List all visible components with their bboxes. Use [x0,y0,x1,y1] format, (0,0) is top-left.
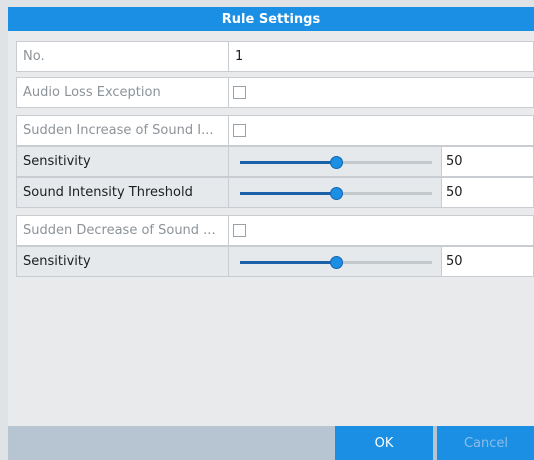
slider-thumb[interactable] [330,187,343,200]
threshold-label: Sound Intensity Threshold [16,177,229,208]
slider-track [240,156,432,169]
cancel-button[interactable]: Cancel [437,426,534,460]
sudden-increase-label: Sudden Increase of Sound I... [16,115,229,146]
row-sensitivity-2: Sensitivity 50 [16,246,534,277]
number-label: No. [16,41,229,72]
sensitivity-1-label: Sensitivity [16,146,229,177]
row-sudden-decrease: Sudden Decrease of Sound ... [16,215,534,246]
slider-thumb[interactable] [330,256,343,269]
row-threshold: Sound Intensity Threshold 50 [16,177,534,208]
slider-thumb[interactable] [330,156,343,169]
row-sensitivity-1: Sensitivity 50 [16,146,534,177]
sensitivity-2-value[interactable]: 50 [442,246,534,277]
sudden-decrease-label: Sudden Decrease of Sound ... [16,215,229,246]
settings-panel: No. 1 Audio Loss Exception Sudden Increa… [8,31,534,426]
sensitivity-1-value[interactable]: 50 [442,146,534,177]
ok-button[interactable]: OK [335,426,433,460]
rule-settings-dialog: Rule Settings No. 1 Audio Loss Exception… [8,7,534,460]
row-number: No. 1 [16,41,534,72]
sensitivity-2-label: Sensitivity [16,246,229,277]
audio-loss-checkbox[interactable] [233,86,246,99]
sensitivity-2-slider[interactable] [229,246,442,277]
dialog-title: Rule Settings [8,7,534,31]
threshold-value[interactable]: 50 [442,177,534,208]
audio-loss-label: Audio Loss Exception [16,77,229,108]
sudden-decrease-value [229,215,534,246]
slider-track [240,187,432,200]
threshold-slider[interactable] [229,177,442,208]
audio-loss-value [229,77,534,108]
sensitivity-1-slider[interactable] [229,146,442,177]
sudden-increase-value [229,115,534,146]
sudden-increase-checkbox[interactable] [233,124,246,137]
dialog-footer: OK Cancel [8,426,534,460]
row-sudden-increase: Sudden Increase of Sound I... [16,115,534,146]
row-audio-loss: Audio Loss Exception [16,77,534,108]
sudden-decrease-checkbox[interactable] [233,224,246,237]
slider-track [240,256,432,269]
number-field[interactable]: 1 [229,41,534,72]
